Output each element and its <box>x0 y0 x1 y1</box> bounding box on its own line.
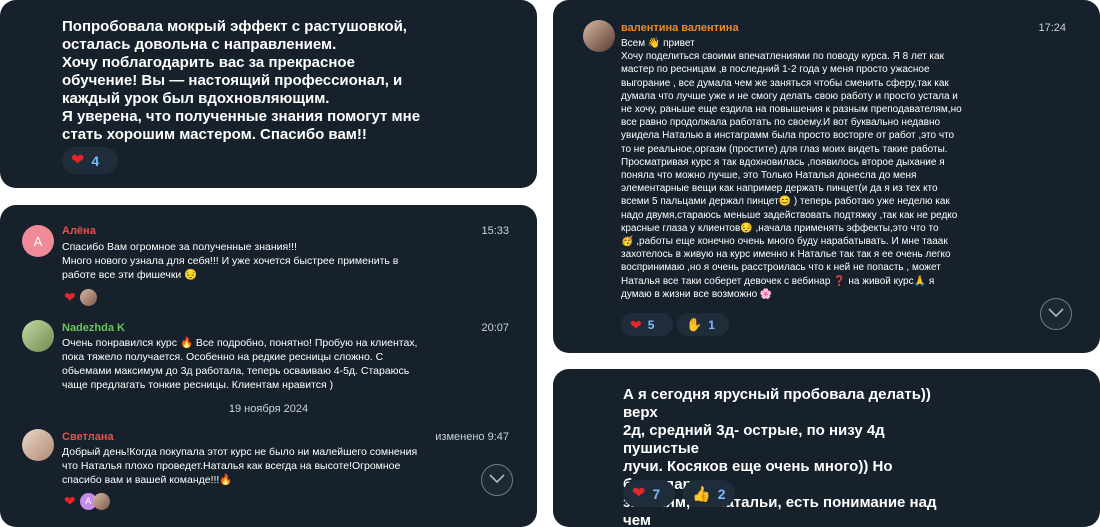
reaction-count: 5 <box>647 317 655 332</box>
avatar-letter: А <box>33 233 43 249</box>
avatar[interactable] <box>583 20 615 52</box>
reactor-avatar <box>92 492 110 510</box>
heart-icon: ❤ <box>64 493 76 509</box>
review-card-3: валентина валентина 17:24 Всем 👋 привет … <box>553 0 1100 353</box>
reaction-count: 1 <box>708 317 715 332</box>
heart-sparkle-icon: ❤ <box>630 316 642 333</box>
reaction-pill[interactable]: ❤ 5 <box>621 313 673 336</box>
comment-text: Добрый день!Когда покупала этот курс не … <box>62 446 418 486</box>
reaction-count: 4 <box>91 152 100 169</box>
review-text: Попробовала мокрый эффект с растушовкой,… <box>62 18 421 143</box>
message-time: 20:07 <box>481 322 509 334</box>
comment-text: Очень понравился курс 🔥 Все подробно, по… <box>62 337 418 391</box>
comment-text: Спасибо Вам огромное за полученные знани… <box>62 241 399 281</box>
thumbs-up-icon: 👍 <box>692 485 711 503</box>
comment-reactions[interactable]: ❤ А <box>64 491 110 511</box>
clap-icon: ✋ <box>686 316 703 332</box>
heart-icon: ❤ <box>632 484 646 502</box>
message-time: 17:24 <box>1038 22 1066 34</box>
scroll-down-button[interactable] <box>1040 298 1072 330</box>
scroll-down-button[interactable] <box>481 464 513 496</box>
review-card-4: А я сегодня ярусный пробовала делать)) в… <box>553 369 1100 527</box>
message-time: изменено 9:47 <box>435 431 509 443</box>
review-text: А я сегодня ярусный пробовала делать)) в… <box>623 386 937 527</box>
reaction-heart-pill[interactable]: ❤ 4 <box>62 147 118 174</box>
heart-icon: ❤ <box>64 289 76 305</box>
avatar[interactable]: А <box>22 225 54 257</box>
heart-icon: ❤ <box>71 151 85 169</box>
comment-reactions[interactable]: ❤ <box>64 287 97 307</box>
reaction-count: 7 <box>652 485 661 502</box>
comments-card: А Алёна 15:33 Спасибо Вам огромное за по… <box>0 205 537 527</box>
message-time: 15:33 <box>481 225 509 237</box>
chevron-down-icon <box>1048 308 1064 318</box>
review-text: Всем 👋 привет Хочу поделиться своими впе… <box>621 38 962 300</box>
author-name[interactable]: Алёна <box>62 225 96 237</box>
reaction-pill[interactable]: ✋ 1 <box>677 313 729 336</box>
author-name[interactable]: Светлана <box>62 431 114 443</box>
reaction-thumbs-pill[interactable]: 👍 2 <box>683 480 735 507</box>
reaction-count: 2 <box>717 485 726 502</box>
chevron-down-icon <box>489 474 505 484</box>
reaction-heart-pill[interactable]: ❤ 7 <box>623 480 675 507</box>
review-card-1: Попробовала мокрый эффект с растушовкой,… <box>0 0 537 188</box>
avatar[interactable] <box>22 429 54 461</box>
author-name[interactable]: Nadezhda K <box>62 322 125 334</box>
author-name[interactable]: валентина валентина <box>621 22 739 34</box>
reactor-avatar <box>79 288 97 306</box>
avatar[interactable] <box>22 320 54 352</box>
date-separator: 19 ноября 2024 <box>228 403 309 415</box>
